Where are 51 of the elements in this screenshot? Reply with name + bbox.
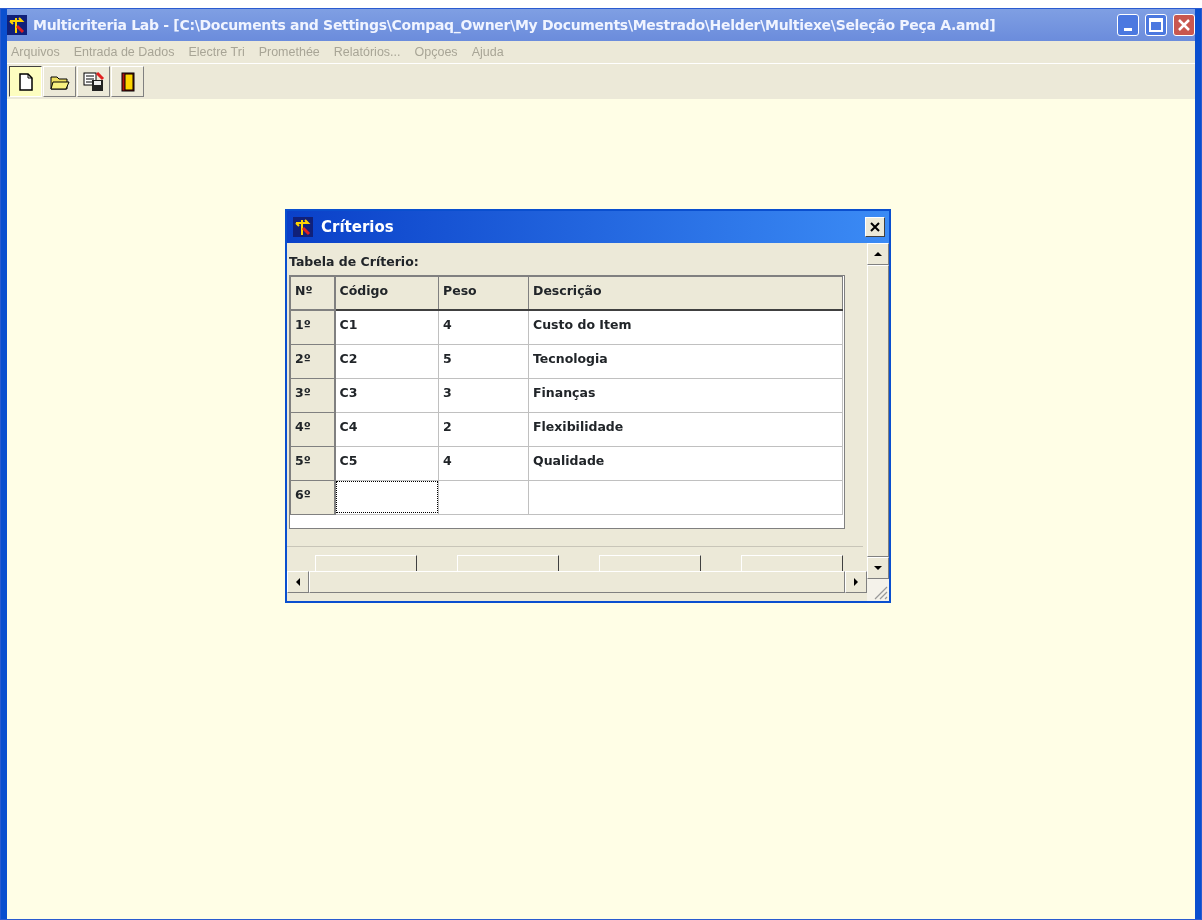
table-cell: C3 — [334, 378, 439, 413]
row-header: 2º — [290, 344, 335, 379]
close-button[interactable] — [865, 217, 885, 237]
app-logo-icon — [293, 217, 313, 237]
column-header[interactable]: Descrição — [528, 276, 843, 311]
table-cell: Flexibilidade — [528, 412, 843, 447]
down-arrow-icon — [874, 565, 882, 571]
scroll-left-button[interactable] — [287, 570, 309, 593]
up-arrow-icon — [874, 251, 882, 257]
toolbar-button[interactable] — [9, 66, 42, 97]
row-header: 3º — [290, 378, 335, 413]
row-header: 1º — [290, 310, 335, 345]
scroll-down-button[interactable] — [867, 557, 889, 579]
table-cell: C4 — [334, 412, 439, 447]
window-title: Multicriteria Lab - [C:\Documents and Settings\Compaq_Owner\My Documents\Mestrado\Helder\Multiexe\Seleção Peça A.amd] — [33, 15, 997, 36]
table-cell: C1 — [334, 310, 439, 345]
table-cell: 3 — [438, 378, 529, 413]
close-icon — [870, 222, 880, 232]
app-logo-icon — [7, 15, 27, 35]
new-document-icon — [17, 72, 34, 91]
table-cell: Custo do Item — [528, 310, 843, 345]
table-cell: Qualidade — [528, 446, 843, 481]
table-cell: 4 — [438, 446, 529, 481]
right-arrow-icon — [853, 577, 859, 586]
table-label: Tabela de Críterio: — [288, 253, 420, 271]
table-cell: C5 — [334, 446, 439, 481]
table-cell: 5 — [438, 344, 529, 379]
minimize-icon — [1124, 27, 1132, 31]
column-header[interactable]: Peso — [438, 276, 529, 311]
scrollbar-thumb[interactable] — [309, 570, 845, 593]
table-cell: C2 — [334, 344, 439, 379]
table-cell: Finanças — [528, 378, 843, 413]
disk-icon — [82, 71, 105, 92]
scroll-up-button[interactable] — [867, 243, 889, 265]
maximize-icon — [1149, 18, 1163, 32]
column-header[interactable]: Código — [334, 276, 439, 311]
table-cell: 2 — [438, 412, 529, 447]
dialog-title: Críterios — [321, 216, 395, 238]
door-icon — [120, 71, 135, 92]
table-cell: 4 — [438, 310, 529, 345]
column-header[interactable]: Nº — [290, 276, 335, 311]
row-header: 6º — [290, 480, 335, 515]
left-arrow-icon — [295, 577, 301, 586]
scroll-right-button[interactable] — [845, 570, 867, 593]
minimize-button[interactable] — [1117, 14, 1139, 36]
table-cell: Tecnologia — [528, 344, 843, 379]
maximize-button[interactable] — [1145, 14, 1167, 36]
close-icon — [1177, 18, 1191, 32]
row-header: 5º — [290, 446, 335, 481]
row-header: 4º — [290, 412, 335, 447]
scrollbar-thumb[interactable] — [867, 265, 889, 557]
